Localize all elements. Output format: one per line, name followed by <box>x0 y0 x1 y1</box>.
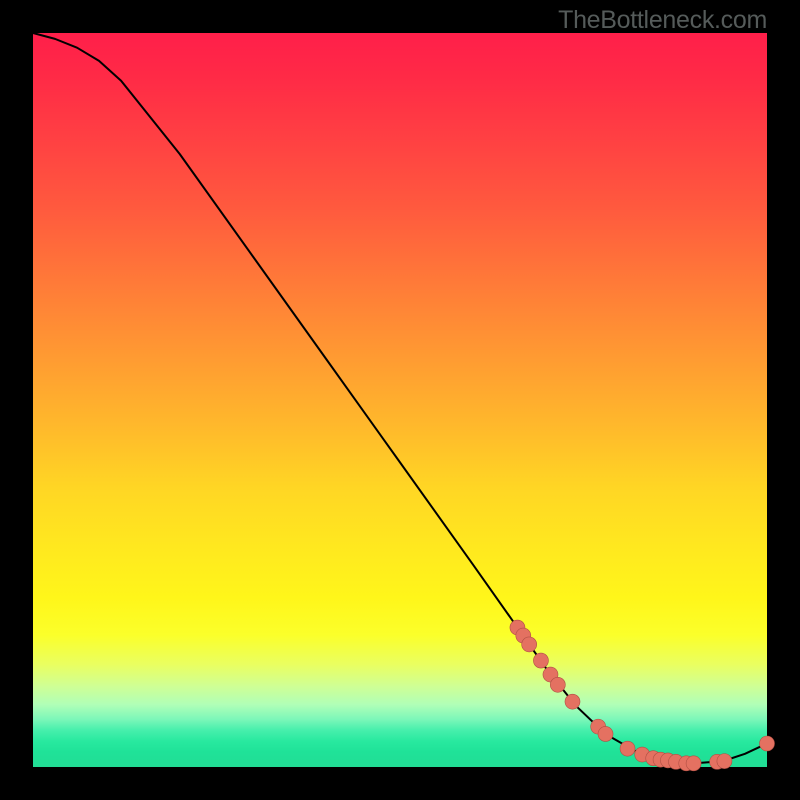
marker-dots <box>717 754 732 769</box>
marker-dots <box>686 756 701 771</box>
marker-dots <box>522 637 537 652</box>
chart-svg <box>33 33 767 767</box>
marker-dots <box>533 653 548 668</box>
marker-dots <box>620 741 635 756</box>
plot-area <box>33 33 767 767</box>
series-curve <box>33 33 767 763</box>
marker-dots <box>598 726 613 741</box>
marker-dots <box>565 694 580 709</box>
attribution-text: TheBottleneck.com <box>558 6 767 35</box>
marker-dots <box>760 736 775 751</box>
marker-dots <box>550 677 565 692</box>
chart-stage: TheBottleneck.com <box>0 0 800 800</box>
